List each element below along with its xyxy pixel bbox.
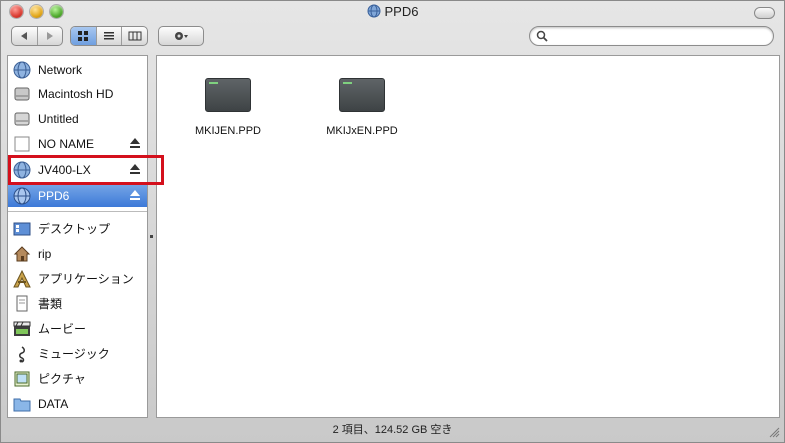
network-globe-icon: [12, 186, 32, 206]
column-view-button[interactable]: [122, 27, 147, 45]
file-item[interactable]: MKIJxEN.PPD: [307, 78, 417, 137]
icon-view-button[interactable]: [71, 27, 97, 45]
search-icon: [536, 30, 548, 42]
eject-icon[interactable]: [129, 189, 141, 201]
network-globe-icon: [12, 60, 32, 80]
search-field[interactable]: [529, 26, 774, 46]
annotation-highlight-box: [8, 155, 164, 185]
sidebar-item-music[interactable]: ミュージック: [8, 342, 147, 365]
window-title: PPD6: [1, 4, 784, 19]
home-icon: [12, 244, 32, 264]
network-globe-icon: [367, 4, 381, 18]
sidebar-item-no-name[interactable]: NO NAME: [8, 132, 147, 155]
toolbar-toggle-button[interactable]: [754, 7, 775, 19]
sidebar-item-label: ミュージック: [38, 347, 110, 361]
disk-icon: [12, 109, 32, 129]
toolbar: [1, 23, 784, 53]
sidebar-item-pictures[interactable]: ピクチャ: [8, 367, 147, 390]
sidebar-item-movies[interactable]: ムービー: [8, 317, 147, 340]
sidebar-divider: [8, 211, 147, 212]
sidebar-item-label: NO NAME: [38, 136, 95, 151]
gear-icon: [175, 32, 188, 40]
list-view-button[interactable]: [97, 27, 123, 45]
folder-icon: [12, 394, 32, 414]
sidebar-splitter[interactable]: [148, 55, 156, 418]
sidebar-item-label: PPD6: [38, 188, 70, 203]
navigation-buttons: [11, 26, 63, 46]
status-text: 2 項目、124.52 GB 空き: [332, 424, 453, 436]
sidebar-item-macintosh-hd[interactable]: Macintosh HD: [8, 82, 147, 105]
icon-view-icon: [78, 31, 89, 41]
sidebar-item-label: 書類: [38, 297, 63, 311]
ppd-file-icon: [205, 78, 251, 112]
sidebar-item-desktop[interactable]: デスクトップ: [8, 217, 147, 240]
sidebar-item-label: Macintosh HD: [38, 86, 114, 101]
sidebar-item-label: ピクチャ: [38, 372, 86, 386]
resize-grip-icon[interactable]: [768, 426, 780, 438]
status-bar: 2 項目、124.52 GB 空き: [1, 418, 784, 442]
sidebar-item-label: rip: [38, 246, 52, 261]
finder-window: PPD6 Network Macintosh HD Untitled NO NA…: [0, 0, 785, 443]
file-name: MKIJEN.PPD: [194, 125, 261, 137]
sidebar-item-rip[interactable]: rip: [8, 242, 147, 265]
sidebar-item-documents[interactable]: 書類: [8, 292, 147, 315]
title-bar[interactable]: PPD6: [1, 1, 784, 23]
documents-icon: [12, 294, 32, 314]
sidebar-item-ppd6[interactable]: PPD6: [8, 184, 147, 207]
window-title-text: PPD6: [384, 4, 419, 19]
forward-button[interactable]: [38, 27, 63, 45]
splitter-handle[interactable]: [150, 235, 153, 238]
ppd-file-icon: [339, 78, 385, 112]
action-menu-button[interactable]: [158, 26, 204, 46]
pictures-icon: [12, 369, 32, 389]
applications-icon: [12, 269, 32, 289]
eject-icon[interactable]: [129, 137, 141, 149]
file-browser: MKIJEN.PPD MKIJxEN.PPD: [156, 55, 780, 418]
sidebar-item-network[interactable]: Network: [8, 58, 147, 81]
action-button[interactable]: [159, 27, 203, 45]
movies-icon: [12, 319, 32, 339]
sidebar-item-label: デスクトップ: [38, 222, 111, 236]
sidebar-item-data[interactable]: DATA: [8, 392, 147, 415]
sidebar-item-label: Network: [38, 62, 83, 77]
back-button[interactable]: [12, 27, 38, 45]
column-view-icon: [128, 31, 142, 41]
sidebar-item-label: DATA: [38, 396, 69, 411]
sidebar-item-label: Untitled: [38, 111, 79, 126]
file-item[interactable]: MKIJEN.PPD: [173, 78, 283, 137]
sidebar-item-label: ムービー: [38, 322, 87, 336]
music-icon: [12, 344, 32, 364]
sidebar-item-label: アプリケーション: [38, 272, 134, 286]
back-arrow-icon: [21, 32, 28, 40]
blank-disk-icon: [12, 134, 32, 154]
sidebar: Network Macintosh HD Untitled NO NAME JV…: [7, 55, 148, 418]
hard-disk-icon: [12, 84, 32, 104]
list-view-icon: [104, 32, 114, 40]
sidebar-item-untitled[interactable]: Untitled: [8, 107, 147, 130]
forward-arrow-icon: [46, 32, 53, 40]
sidebar-item-applications[interactable]: アプリケーション: [8, 267, 147, 290]
file-name: MKIJxEN.PPD: [326, 125, 398, 137]
view-mode-buttons: [70, 26, 148, 46]
desktop-icon: [12, 219, 32, 239]
